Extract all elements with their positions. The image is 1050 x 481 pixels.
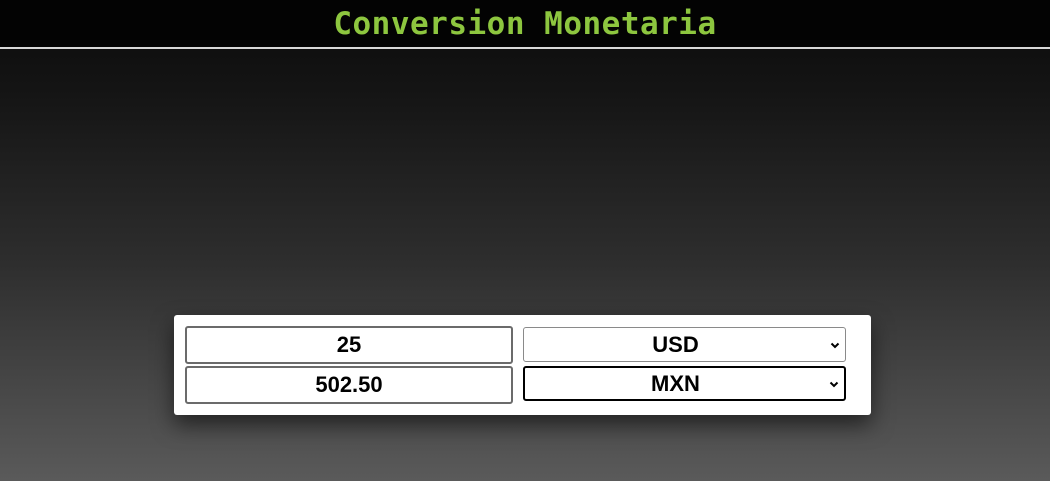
chevron-down-icon (829, 381, 839, 387)
chevron-down-icon (830, 342, 840, 348)
to-currency-select[interactable]: MXN (523, 366, 846, 401)
converter-card: USD MXN (174, 315, 871, 415)
from-currency-select[interactable]: USD (523, 327, 846, 362)
app-header: Conversion Monetaria (0, 0, 1050, 49)
to-currency-value: MXN (651, 370, 700, 396)
to-amount-input[interactable] (185, 366, 513, 404)
from-amount-input[interactable] (185, 326, 513, 364)
page-title: Conversion Monetaria (333, 5, 717, 42)
from-currency-value: USD (652, 331, 699, 357)
